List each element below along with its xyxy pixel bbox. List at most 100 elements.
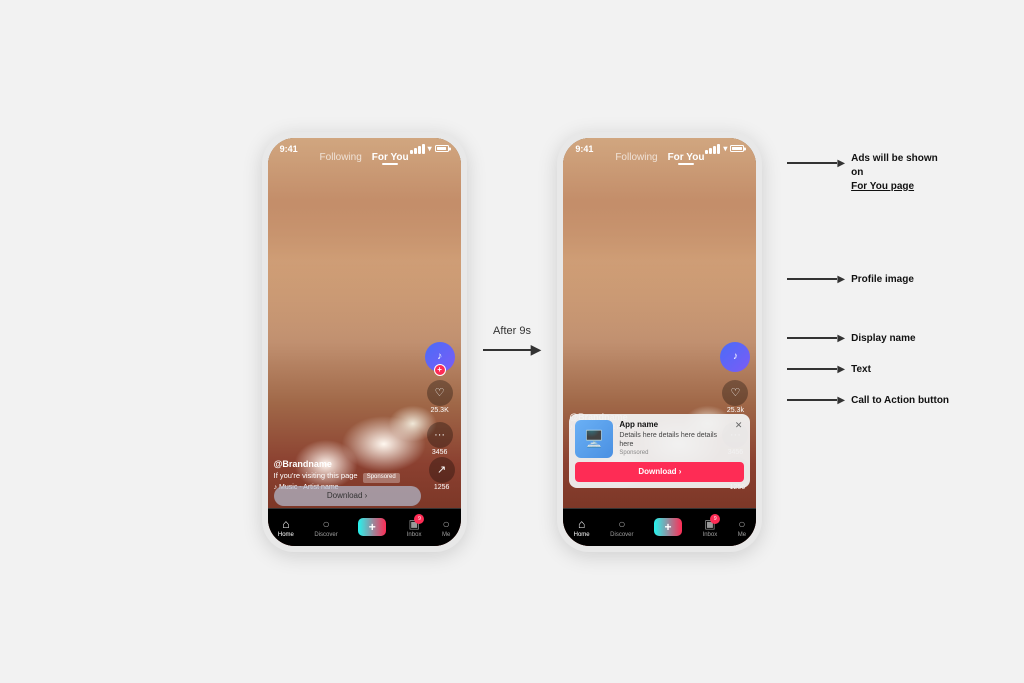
transition-arrow: ▶ — [483, 341, 542, 358]
right-bottom-nav: ⌂ Home ○ Discover + — [563, 508, 756, 546]
annotation-profile-arrow: ▶ — [837, 274, 845, 285]
annotation-text-arrow: ▶ — [837, 364, 845, 375]
right-me-icon: ○ — [738, 517, 745, 531]
right-nav-discover[interactable]: ○ Discover — [610, 517, 633, 538]
right-phone-screen: 9:41 ▾ — [563, 138, 756, 546]
left-like-count: 25.3K — [430, 407, 448, 414]
left-nav-tabs: Following For You — [268, 152, 461, 163]
ad-close-button[interactable]: ✕ — [733, 420, 745, 431]
annotation-profile-image: ▶ Profile image — [787, 274, 949, 285]
left-share-icon: ↗ — [429, 457, 455, 483]
annotation-cta: ▶ Call to Action button — [787, 395, 949, 406]
right-annotations: ▶ Ads will be shown on For You page ▶ — [787, 152, 949, 406]
right-tab-following[interactable]: Following — [615, 152, 657, 163]
right-phone-wrapper: 9:41 ▾ — [557, 132, 762, 552]
arrow-head-icon: ▶ — [531, 341, 542, 358]
left-phone-screen: 9:41 ▾ — [268, 138, 461, 546]
ad-details-text: Details here details here details here — [619, 431, 726, 449]
right-like-count: 25.3k — [727, 407, 744, 414]
right-inbox-label: Inbox — [703, 532, 718, 538]
right-profile-button[interactable]: ♪ — [720, 342, 750, 372]
right-phone: 9:41 ▾ — [557, 132, 762, 552]
annotation-cta-line — [787, 399, 837, 401]
annotation-display-arrow: ▶ — [837, 333, 845, 344]
ad-overlay-card: 🖥️ App name Details here details here de… — [569, 414, 750, 488]
right-nav-inbox[interactable]: ▣ Inbox 9 — [703, 517, 718, 538]
left-download-button[interactable]: Download › — [274, 486, 421, 506]
left-plus-badge: + — [434, 364, 446, 376]
annotation-display-name: ▶ Display name — [787, 333, 949, 344]
left-nav-discover[interactable]: ○ Discover — [314, 517, 337, 538]
annotation-text: ▶ Text — [787, 364, 949, 375]
right-nav-me[interactable]: ○ Me — [738, 517, 746, 538]
left-profile-button[interactable]: ♪ + — [425, 342, 455, 372]
right-add-button[interactable]: + — [654, 518, 682, 536]
left-comment-icon: ··· — [427, 422, 453, 448]
left-tab-for-you[interactable]: For You — [372, 152, 409, 163]
left-bottom-nav: ⌂ Home ○ Discover + — [268, 508, 461, 546]
right-nav-add[interactable]: + — [654, 518, 682, 536]
ad-cta-button[interactable]: Download › — [575, 462, 744, 482]
right-like-button[interactable]: ♡ 25.3k — [722, 380, 748, 414]
annotation-display-text: Display name — [851, 333, 915, 344]
left-phone-wrapper: 9:41 ▾ — [262, 132, 467, 552]
right-tab-for-you[interactable]: For You — [668, 152, 705, 163]
right-nav-tabs: Following For You — [563, 152, 756, 163]
left-me-label: Me — [442, 532, 450, 538]
annotation-for-you-line — [787, 162, 837, 164]
left-nav-inbox[interactable]: ▣ Inbox 9 — [407, 517, 422, 538]
left-heart-icon: ♡ — [427, 380, 453, 406]
left-me-icon: ○ — [443, 517, 450, 531]
right-nav-home[interactable]: ⌂ Home — [574, 517, 590, 538]
annotation-cta-arrow: ▶ — [837, 395, 845, 406]
left-discover-icon: ○ — [322, 517, 329, 531]
left-username: @Brandname — [274, 459, 421, 469]
left-side-buttons: ♪ + ♡ 25.3K ··· 3456 — [425, 342, 455, 456]
left-inbox-badge: 9 — [414, 514, 424, 524]
right-tiktok-logo-icon: ♪ — [733, 351, 738, 362]
main-container: 9:41 ▾ — [0, 0, 1024, 683]
ad-text-block: App name Details here details here detai… — [619, 420, 726, 456]
left-share-button[interactable]: ↗ 1256 — [429, 457, 455, 491]
annotation-for-you-arrow: ▶ — [837, 158, 845, 169]
left-home-icon: ⌂ — [282, 517, 289, 531]
annotation-profile-text: Profile image — [851, 274, 914, 285]
annotation-cta-text: Call to Action button — [851, 395, 949, 406]
right-home-label: Home — [574, 532, 590, 538]
left-caption: If you're visiting this page Sponsored — [274, 471, 421, 483]
left-nav-add[interactable]: + — [358, 518, 386, 536]
left-phone: 9:41 ▾ — [262, 132, 467, 552]
left-sponsored-tag: Sponsored — [363, 473, 400, 483]
annotation-text-line — [787, 368, 837, 370]
right-discover-icon: ○ — [618, 517, 625, 531]
left-add-button[interactable]: + — [358, 518, 386, 536]
annotation-for-you: ▶ Ads will be shown on For You page — [787, 152, 949, 194]
left-nav-home[interactable]: ⌂ Home — [278, 517, 294, 538]
annotation-for-you-text: Ads will be shown on For You page — [851, 152, 949, 194]
transition-section: After 9s ▶ — [483, 325, 542, 358]
right-discover-label: Discover — [610, 532, 633, 538]
left-nav-me[interactable]: ○ Me — [442, 517, 450, 538]
right-heart-icon: ♡ — [722, 380, 748, 406]
left-like-button[interactable]: ♡ 25.3K — [427, 380, 453, 414]
left-tiktok-logo-icon: ♪ — [437, 351, 442, 362]
left-inbox-label: Inbox — [407, 532, 422, 538]
right-inbox-badge: 9 — [710, 514, 720, 524]
left-discover-label: Discover — [314, 532, 337, 538]
ad-sponsored-label: Sponsored — [619, 450, 726, 456]
annotation-profile-line — [787, 278, 837, 280]
right-hand-overlay — [563, 138, 756, 362]
left-tab-following[interactable]: Following — [320, 152, 362, 163]
right-home-icon: ⌂ — [578, 517, 585, 531]
left-home-label: Home — [278, 532, 294, 538]
ad-thumbnail: 🖥️ — [575, 420, 613, 458]
page-wrapper: 9:41 ▾ — [0, 0, 1024, 683]
left-hand-overlay — [268, 138, 461, 362]
arrow-body — [483, 349, 533, 351]
ad-card-header: 🖥️ App name Details here details here de… — [575, 420, 744, 458]
annotation-text-label: Text — [851, 364, 871, 375]
left-comment-button[interactable]: ··· 3456 — [427, 422, 453, 456]
after-label: After 9s — [493, 325, 531, 337]
left-comment-count: 3456 — [432, 449, 448, 456]
annotation-display-line — [787, 337, 837, 339]
